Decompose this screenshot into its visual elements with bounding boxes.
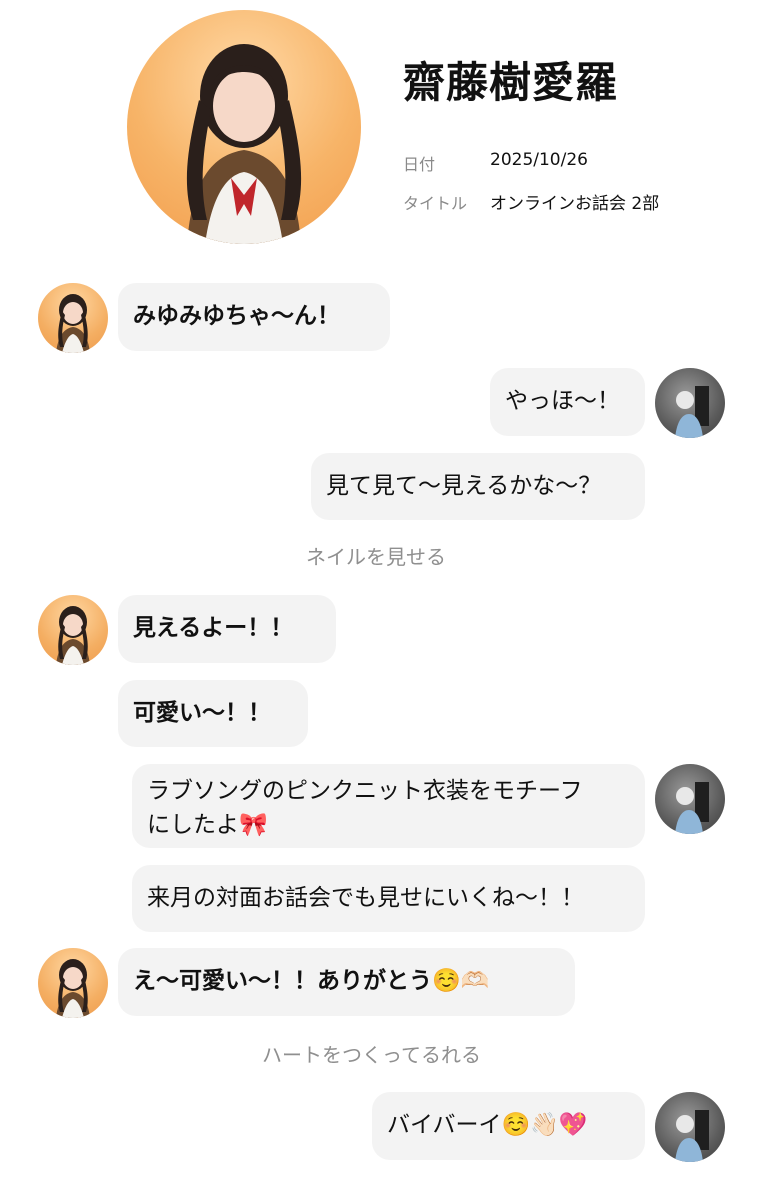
fan-avatar-icon [675, 386, 709, 438]
idol-portrait-icon [186, 44, 302, 244]
action-note: ネイルを見せる [306, 545, 446, 569]
fan-message-bubble: バイバーイ☺️👋🏻💖 [372, 1092, 645, 1160]
fan-message-bubble: 見て見て〜見えるかな〜？ [311, 453, 645, 520]
idol-profile-avatar [127, 10, 361, 244]
idol-avatar [38, 948, 108, 1018]
fan-avatar-icon [675, 782, 709, 834]
message-line: にしたよ🎀 [147, 812, 268, 838]
idol-message-bubble: みゆみゆちゃ〜ん！ [118, 283, 390, 351]
fan-message-bubble: ラブソングのピンクニット衣装をモチーフ にしたよ🎀 [132, 764, 645, 848]
title-value: オンラインお話会 2部 [490, 194, 660, 214]
date-value: 2025/10/26 [490, 150, 588, 170]
message-line: ラブソングのピンクニット衣装をモチーフ [147, 778, 583, 804]
action-note: ハートをつくってるれる [262, 1043, 481, 1067]
title-label: タイトル [403, 194, 468, 213]
fan-avatar [655, 1092, 725, 1162]
fan-avatar [655, 764, 725, 834]
idol-avatar [38, 595, 108, 665]
fan-avatar [655, 368, 725, 438]
fan-message-bubble: やっほ〜！ [490, 368, 645, 436]
idol-avatar-icon [56, 959, 90, 1018]
idol-message-bubble: 見えるよー！！ [118, 595, 336, 663]
fan-avatar-icon [675, 1110, 709, 1162]
idol-avatar-icon [56, 606, 90, 665]
idol-name: 齋藤樹愛羅 [403, 58, 619, 107]
idol-message-bubble: 可愛い〜！！ [118, 680, 308, 747]
fan-message-bubble: 来月の対面お話会でも見せにいくね〜！！ [132, 865, 645, 932]
idol-avatar-icon [56, 294, 90, 353]
idol-avatar [38, 283, 108, 353]
idol-message-bubble: え〜可愛い〜！！ありがとう☺️🫶🏻 [118, 948, 575, 1016]
date-label: 日付 [403, 155, 436, 174]
